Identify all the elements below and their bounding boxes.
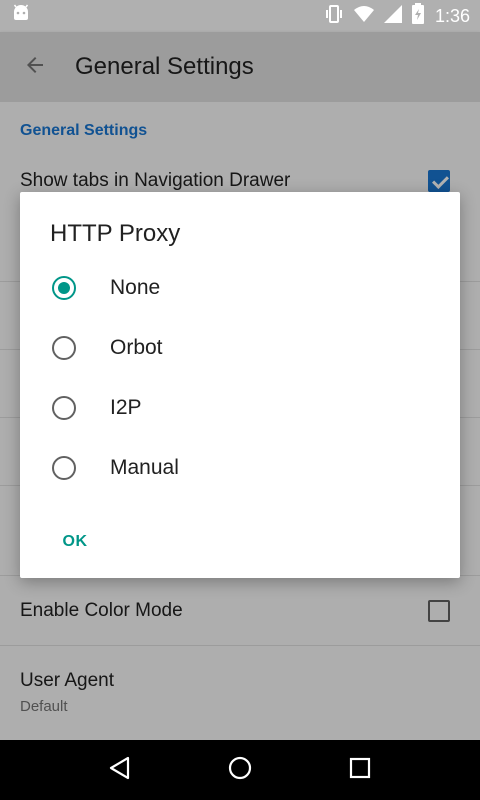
radio-button[interactable]: [52, 456, 76, 480]
radio-button[interactable]: [52, 276, 76, 300]
http-proxy-dialog: HTTP Proxy None Orbot I2P Manual OK: [20, 192, 460, 578]
status-bar: 1:36: [0, 0, 480, 32]
ok-button[interactable]: OK: [50, 522, 100, 562]
navigation-bar: [0, 740, 480, 800]
radio-option-manual[interactable]: Manual: [20, 438, 460, 498]
nav-home-button[interactable]: [210, 740, 270, 800]
radio-label: Manual: [110, 456, 179, 479]
radio-label: I2P: [110, 396, 142, 419]
recents-icon: [349, 757, 371, 784]
status-time: 1:36: [434, 5, 470, 26]
battery-icon: [411, 2, 425, 30]
nav-recents-button[interactable]: [330, 740, 390, 800]
vibrate-icon: [323, 3, 345, 30]
radio-button[interactable]: [52, 336, 76, 360]
android-icon: [10, 3, 32, 30]
back-icon: [107, 755, 133, 786]
dialog-title: HTTP Proxy: [50, 220, 181, 247]
radio-button[interactable]: [52, 396, 76, 420]
radio-option-orbot[interactable]: Orbot: [20, 318, 460, 378]
nav-back-button[interactable]: [90, 740, 150, 800]
radio-option-none[interactable]: None: [20, 258, 460, 318]
signal-icon: [383, 4, 403, 29]
radio-option-i2p[interactable]: I2P: [20, 378, 460, 438]
radio-label: None: [110, 276, 161, 299]
wifi-icon: [353, 4, 375, 29]
home-icon: [227, 755, 253, 786]
radio-label: Orbot: [110, 336, 163, 359]
